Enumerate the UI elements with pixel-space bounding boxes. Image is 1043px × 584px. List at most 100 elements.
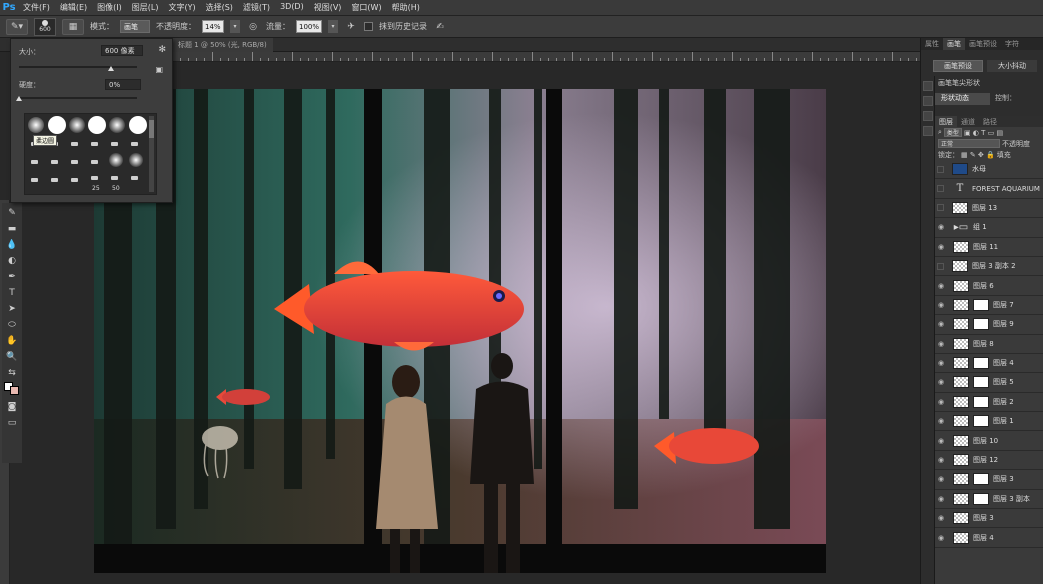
layer-row[interactable]: T FOREST AQUARIUM: [935, 179, 1043, 199]
layer-row[interactable]: ◉ 图层 11: [935, 238, 1043, 257]
pressure-size-icon[interactable]: ✍: [433, 20, 447, 33]
pressure-opacity-icon[interactable]: ◎: [246, 20, 260, 33]
preset-small[interactable]: [131, 176, 138, 180]
preset-soft-round-3[interactable]: [109, 117, 125, 133]
visibility-toggle[interactable]: [937, 262, 944, 270]
size-slider-knob[interactable]: [108, 66, 115, 71]
brush-preset-picker[interactable]: 600: [34, 17, 56, 36]
layer-mask-thumbnail[interactable]: [973, 298, 989, 311]
eye-icon[interactable]: ◉: [935, 456, 947, 464]
eye-icon[interactable]: ◉: [935, 495, 947, 503]
layer-row[interactable]: 图层 13: [935, 199, 1043, 219]
layer-mask-thumbnail[interactable]: [973, 318, 989, 331]
path-selection-icon[interactable]: ➤: [4, 302, 20, 316]
preset-small[interactable]: [31, 160, 38, 164]
layer-row[interactable]: ◉ 图层 12: [935, 451, 1043, 471]
preset-scrollbar[interactable]: [149, 116, 154, 192]
layer-row[interactable]: ◉ 图层 3: [935, 509, 1043, 529]
preset-hard-round-3[interactable]: [129, 116, 147, 134]
visibility-toggle[interactable]: [937, 185, 944, 193]
tab-channels[interactable]: 通道: [957, 116, 979, 127]
dodge-tool-icon[interactable]: ◐: [4, 254, 20, 268]
screen-mode-icon[interactable]: ▭: [4, 416, 20, 430]
eye-icon[interactable]: ◉: [935, 359, 947, 367]
mode-select[interactable]: 画笔: [120, 20, 150, 33]
lock-icons[interactable]: ▦ ✎ ✥ 🔒: [961, 151, 995, 159]
gradient-tool-icon[interactable]: ▬: [4, 222, 20, 236]
layer-row[interactable]: ◉ ▸▭ 组 1: [935, 218, 1043, 238]
menu-item[interactable]: 图像(I): [92, 2, 127, 13]
tab-paths[interactable]: 路径: [979, 116, 1001, 127]
eye-icon[interactable]: ◉: [935, 514, 947, 522]
layer-row[interactable]: ◉ 图层 7: [935, 296, 1043, 316]
erase-history-checkbox[interactable]: [364, 22, 374, 31]
eye-icon[interactable]: ◉: [935, 398, 947, 406]
preset-small[interactable]: [111, 142, 118, 146]
pen-tool-icon[interactable]: ✒: [4, 270, 20, 284]
visibility-toggle[interactable]: [937, 204, 944, 212]
menu-item[interactable]: 文字(Y): [163, 2, 200, 13]
layer-row[interactable]: 图层 3 副本 2: [935, 257, 1043, 277]
preset-hard-round-2[interactable]: [88, 116, 106, 134]
hardness-slider-knob[interactable]: [16, 96, 22, 101]
layer-row[interactable]: 水母: [935, 160, 1043, 180]
brush-presets-button[interactable]: 画笔预设: [933, 60, 983, 72]
menu-item[interactable]: 选择(S): [201, 2, 238, 13]
quick-mask-icon[interactable]: ◙: [4, 400, 20, 414]
layer-row[interactable]: ◉ 图层 6: [935, 276, 1043, 296]
hardness-slider-track[interactable]: [19, 97, 137, 99]
preset-small[interactable]: [71, 178, 78, 182]
preset-soft-round-2[interactable]: [69, 117, 85, 133]
preset-soft-round[interactable]: [28, 117, 44, 133]
eye-icon[interactable]: ◉: [935, 223, 947, 231]
eye-icon[interactable]: ◉: [935, 534, 947, 542]
gear-icon[interactable]: ✻: [158, 45, 166, 55]
panel-icon[interactable]: [923, 111, 933, 121]
brush-panel-toggle-icon[interactable]: ▦: [62, 18, 84, 35]
hand-tool-icon[interactable]: ✋: [4, 334, 20, 348]
preset-small[interactable]: [91, 142, 98, 146]
menu-item[interactable]: 帮助(H): [387, 2, 425, 13]
preset-small[interactable]: [131, 142, 138, 146]
eye-icon[interactable]: ◉: [935, 378, 947, 386]
color-swatches[interactable]: [4, 382, 20, 398]
document-tab[interactable]: 标题 1 @ 50% (光, RGB/8): [172, 38, 273, 52]
menu-item[interactable]: 编辑(E): [55, 2, 92, 13]
eye-icon[interactable]: ◉: [935, 301, 947, 309]
new-preset-icon[interactable]: ▣: [155, 65, 163, 74]
layer-row[interactable]: ◉ 图层 3: [935, 470, 1043, 490]
layer-mask-thumbnail[interactable]: [973, 357, 989, 370]
opacity-dropdown-icon[interactable]: ▾: [230, 20, 240, 33]
tab-character[interactable]: 字符: [1001, 38, 1023, 50]
layer-row[interactable]: ◉ 图层 10: [935, 431, 1043, 451]
preset-small[interactable]: [91, 160, 98, 164]
menu-item[interactable]: 文件(F): [18, 2, 55, 13]
menu-item[interactable]: 3D(D): [275, 2, 309, 13]
panel-icon[interactable]: [923, 96, 933, 106]
opacity-field[interactable]: 14%: [202, 20, 224, 33]
layer-row[interactable]: ◉ 图层 5: [935, 373, 1043, 393]
flow-field[interactable]: 100%: [296, 20, 323, 33]
tab-brush[interactable]: 画笔: [943, 38, 965, 50]
eye-icon[interactable]: ◉: [935, 340, 947, 348]
size-slider-track[interactable]: [19, 66, 137, 68]
preset-small[interactable]: [71, 142, 78, 146]
preset-small[interactable]: [31, 178, 38, 182]
eye-icon[interactable]: ◉: [935, 475, 947, 483]
brush-size-field[interactable]: 600 像素: [101, 45, 143, 56]
preset-small[interactable]: [71, 160, 78, 164]
layer-row[interactable]: ◉ 图层 4: [935, 354, 1043, 374]
layer-row[interactable]: ◉ 图层 1: [935, 412, 1043, 432]
layer-mask-thumbnail[interactable]: [973, 415, 989, 428]
layer-mask-thumbnail[interactable]: [973, 376, 989, 389]
preset-small[interactable]: [111, 176, 118, 180]
eye-icon[interactable]: ◉: [935, 320, 947, 328]
layer-row[interactable]: ◉ 图层 2: [935, 393, 1043, 413]
menu-item[interactable]: 视图(V): [309, 2, 347, 13]
preset-soft-medium[interactable]: [109, 153, 123, 167]
shape-dynamics-item[interactable]: 形状动态: [935, 93, 990, 105]
brush-tip-shape-item[interactable]: 画笔笔尖形状: [935, 78, 1043, 90]
layer-row[interactable]: ◉ 图层 9: [935, 315, 1043, 335]
panel-icon[interactable]: [923, 126, 933, 136]
layer-kind-select[interactable]: 类型: [943, 128, 962, 137]
